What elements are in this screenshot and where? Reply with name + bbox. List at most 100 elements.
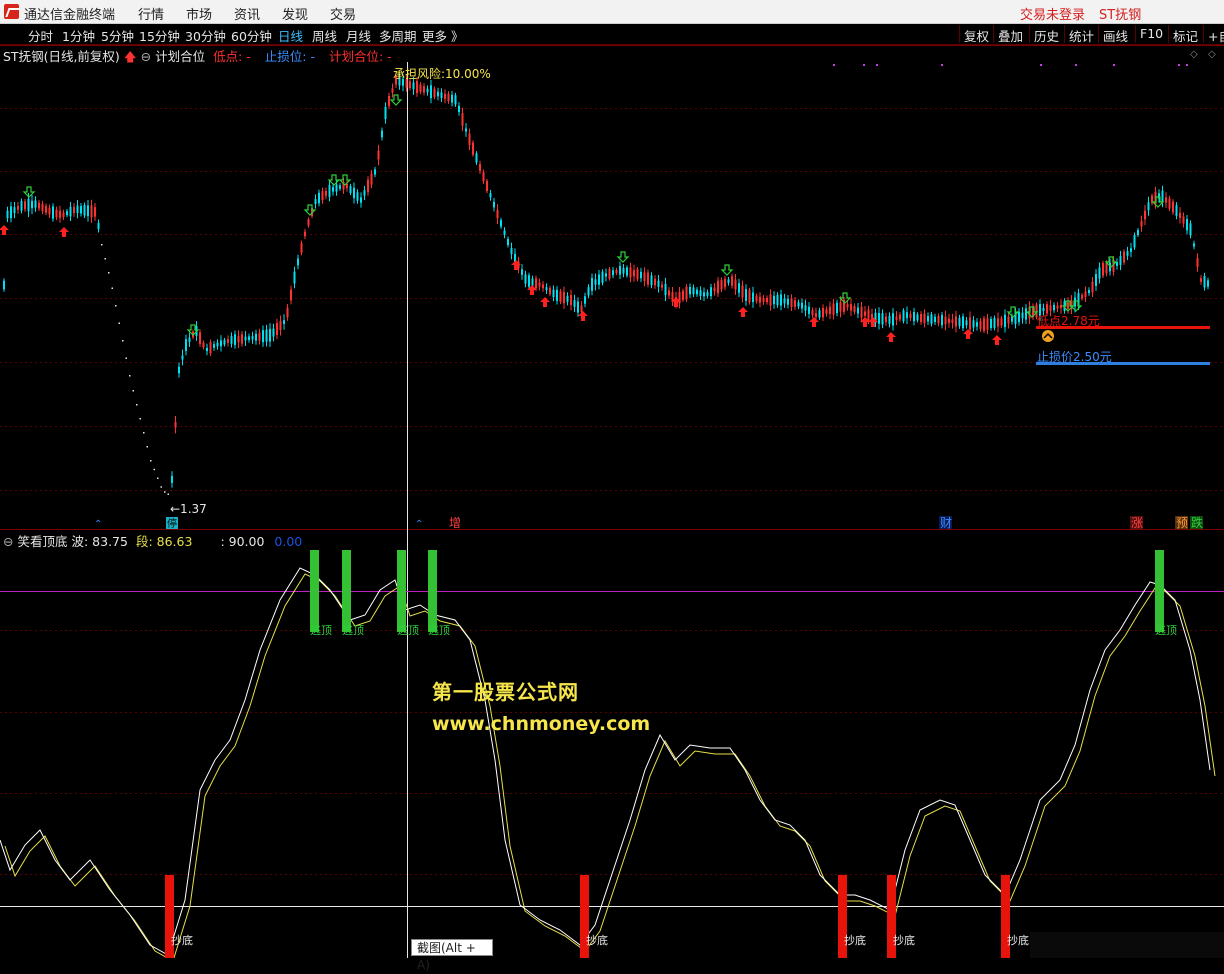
top-signal-bar (310, 550, 319, 632)
bottom-signal-label: 抄底 (844, 933, 866, 947)
candle-body (864, 311, 866, 316)
candle-body (801, 302, 803, 309)
candle-body (171, 475, 173, 483)
main-indicator-name[interactable]: 计划合位 (155, 49, 205, 64)
candle-body (937, 316, 940, 324)
candle-body (731, 276, 733, 286)
candle-body (920, 314, 922, 322)
event-tag-halt[interactable]: 停 (167, 517, 177, 530)
candle-body (769, 294, 772, 306)
candle-body (902, 310, 905, 322)
candle-body (17, 205, 19, 210)
main-legend: ST抚钢(日线,前复权) 🡅 ⊖ 计划合位 低点: - 止损位: - 计划合位:… (3, 46, 392, 69)
candle-body (993, 318, 996, 328)
status-corner (1030, 932, 1224, 958)
halt-dot (118, 322, 120, 324)
candle-body (1081, 295, 1083, 299)
buy-arrow-icon (59, 227, 69, 237)
candle-body (307, 219, 310, 226)
candle-body (853, 306, 856, 312)
candle-body (780, 294, 782, 306)
candle-body (657, 280, 660, 287)
candle-body (1116, 262, 1118, 266)
sub-indicator-name[interactable]: 笑看顶底 (17, 534, 67, 549)
candle-body (325, 190, 327, 196)
chart-canvas[interactable]: 逃顶 逃顶 逃顶 逃顶 逃顶抄底 抄底 抄底 抄底 抄底 低点2.78元 止损价2.50元 承担… (0, 0, 1224, 958)
candle-body (846, 304, 849, 308)
candle-body (710, 287, 712, 297)
candle-body (808, 306, 810, 314)
event-tag-increase[interactable]: 增 (449, 516, 461, 530)
sub-toggle-icon[interactable]: ⊖ (3, 534, 13, 549)
candle-body (332, 187, 334, 192)
bottom-signal-label: 抄底 (1007, 933, 1029, 947)
candle-body (447, 93, 450, 102)
red-up-arrow-icon: 🡅 (123, 49, 137, 64)
candle-body (934, 316, 936, 322)
watermark-title: 第一股票公式网 (432, 680, 579, 704)
candle-body (1021, 312, 1024, 319)
candle-body (409, 81, 411, 89)
candle-body (724, 278, 726, 288)
panel-close-icon[interactable]: ◇ (1208, 49, 1216, 60)
candle-body (955, 316, 957, 327)
candle-body (787, 298, 789, 305)
segment-label: 段: (135, 534, 153, 549)
candle-body (573, 300, 576, 307)
candle-body (755, 295, 758, 302)
candle-body (374, 169, 376, 175)
halt-dot (153, 468, 155, 471)
event-tag-forecast[interactable]: 预 (1176, 516, 1188, 530)
top-signal-bar (342, 550, 351, 632)
candle-body (479, 163, 481, 171)
screenshot-tooltip: 截图(Alt + A) (411, 939, 493, 972)
candle-body (1196, 258, 1199, 267)
candle-body (66, 211, 68, 216)
candle-body (584, 296, 586, 304)
top-signal-label: 逃顶 (310, 624, 332, 637)
wave-label: 波: (71, 534, 89, 549)
candle-body (377, 150, 380, 160)
event-tag-down[interactable]: 跌 (1191, 515, 1203, 530)
candle-body (713, 287, 716, 292)
halt-dot (139, 418, 141, 420)
candle-body (279, 320, 282, 331)
candle-body (878, 313, 880, 324)
candle-body (255, 333, 257, 341)
candle-body (748, 289, 751, 303)
candle-body (10, 206, 12, 219)
candle-body (794, 300, 796, 307)
candle-body (3, 280, 5, 290)
candle-body (496, 209, 499, 219)
candle-body (619, 266, 621, 275)
candle-body (1004, 314, 1006, 328)
event-tag-up[interactable]: 涨 (1131, 515, 1143, 530)
panel-setting-icon[interactable]: ◇ (1190, 49, 1198, 60)
candle-body (727, 279, 730, 284)
candle-body (860, 306, 863, 318)
small-up-marker-2: ⌃ (415, 519, 423, 530)
candle-body (416, 80, 418, 94)
candle-body (1189, 223, 1192, 236)
candle-body (62, 212, 65, 217)
candle-body (265, 329, 268, 342)
candle-body (759, 296, 761, 303)
candle-body (549, 287, 551, 295)
event-tag-finance[interactable]: 财 (940, 516, 952, 530)
candle-body (290, 289, 292, 301)
sell-arrow-icon (720, 264, 734, 276)
candle-body (90, 205, 93, 218)
candle-body (437, 91, 439, 97)
candle-body (458, 105, 460, 113)
indicator-toggle-icon[interactable]: ⊖ (141, 49, 151, 64)
candle-body (34, 200, 37, 208)
candle-body (87, 205, 89, 217)
candle-body (6, 210, 9, 219)
candle-body (1207, 280, 1209, 287)
candle-body (888, 315, 891, 324)
candle-body (636, 269, 639, 280)
candle-body (598, 274, 600, 285)
candle-body (682, 290, 684, 300)
buy-arrow-icon (578, 311, 588, 321)
candle-body (612, 270, 614, 276)
